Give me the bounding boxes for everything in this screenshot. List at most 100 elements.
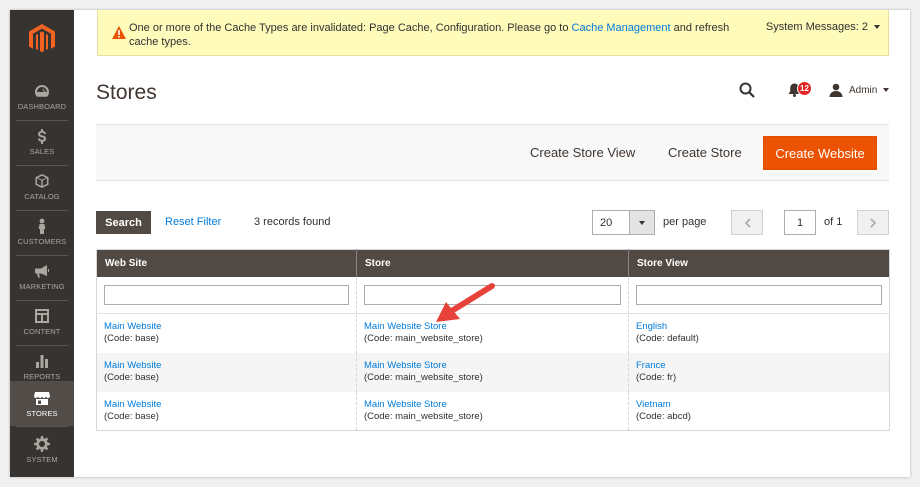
grid-header-row: Web Site Store Store View (96, 249, 890, 277)
sidebar-item-marketing[interactable]: Marketing (10, 254, 74, 299)
sidebar-item-label: Content (23, 326, 61, 336)
sidebar-item-label: Sales (29, 146, 55, 156)
website-code: (Code: base) (104, 333, 159, 345)
sidebar-item-stores[interactable]: Stores (10, 381, 74, 426)
admin-username: Admin (849, 84, 878, 96)
website-link[interactable]: Main Website (104, 399, 349, 411)
column-header-store-view[interactable]: Store View (628, 249, 890, 277)
store-view-cell: Vietnam (Code: abcd) (629, 392, 890, 431)
create-website-button[interactable]: Create Website (763, 136, 877, 170)
sidebar-item-label: Stores (26, 408, 58, 418)
sidebar-item-label: Marketing (19, 281, 65, 291)
store-view-link[interactable]: France (636, 360, 882, 372)
main-content: One or more of the Cache Types are inval… (74, 10, 910, 477)
app-frame: Dashboard Sales Catalog Customers Market… (10, 10, 910, 477)
next-page-button[interactable] (857, 210, 889, 235)
dollar-icon (38, 128, 46, 144)
create-store-button[interactable]: Create Store (668, 145, 742, 160)
stores-grid: Web Site Store Store View Main Website (C… (96, 249, 890, 431)
records-count: 3 records found (254, 216, 331, 228)
store-view-filter-input[interactable] (636, 284, 882, 305)
sidebar-item-label: Customers (17, 236, 67, 246)
page-actions-bar: Create Store View Create Store Create We… (96, 124, 889, 181)
layout-icon (35, 308, 49, 323)
per-page-label: per page (663, 216, 707, 228)
table-row: Main Website (Code: base) Main Website St… (96, 352, 890, 392)
megaphone-icon (35, 264, 49, 277)
per-page-select[interactable]: 20 (592, 210, 655, 235)
banner-message: One or more of the Cache Types are inval… (129, 21, 759, 49)
admin-user-menu[interactable]: Admin (829, 83, 890, 97)
website-cell: Main Website (Code: base) (96, 391, 357, 431)
sidebar-item-label: Dashboard (17, 101, 67, 111)
filter-cell (96, 276, 357, 314)
column-header-website[interactable]: Web Site (96, 249, 357, 277)
magento-logo[interactable] (10, 10, 74, 68)
chevron-down-icon (874, 25, 880, 30)
page-number-input[interactable]: 1 (784, 210, 816, 235)
person-icon (38, 218, 46, 234)
store-code: (Code: main_website_store) (364, 372, 483, 383)
table-row: Main Website (Code: base) Main Website St… (96, 391, 890, 431)
website-link[interactable]: Main Website (104, 321, 349, 333)
sidebar-item-label: System (26, 454, 58, 464)
page-title: Stores (96, 81, 157, 104)
chevron-left-icon (744, 217, 751, 228)
sidebar-item-dashboard[interactable]: Dashboard (10, 74, 74, 119)
filter-cell (628, 276, 890, 314)
magento-logo-icon (29, 24, 55, 53)
previous-page-button[interactable] (731, 210, 763, 235)
search-icon[interactable] (739, 82, 755, 98)
store-icon (34, 391, 50, 405)
store-view-cell: English (Code: default) (629, 314, 890, 353)
store-view-cell: France (Code: fr) (628, 352, 890, 392)
warning-icon (112, 26, 126, 39)
sidebar-item-customers[interactable]: Customers (10, 209, 74, 254)
create-store-view-button[interactable]: Create Store View (530, 145, 635, 160)
sidebar-item-content[interactable]: Content (10, 299, 74, 344)
bar-chart-icon (36, 354, 48, 368)
website-cell: Main Website (Code: base) (96, 313, 357, 353)
store-view-code: (Code: default) (636, 333, 699, 345)
annotation-arrow-icon (436, 283, 495, 322)
sidebar-item-catalog[interactable]: Catalog (10, 164, 74, 209)
sidebar-item-sales[interactable]: Sales (10, 119, 74, 164)
store-link[interactable]: Main Website Store (364, 399, 621, 411)
store-link[interactable]: Main Website Store (364, 360, 621, 372)
sidebar-item-label: Reports (23, 371, 61, 381)
sidebar-item-system[interactable]: System (10, 427, 74, 472)
cube-icon (35, 173, 49, 188)
store-code: (Code: main_website_store) (364, 410, 483, 422)
store-cell: Main Website Store (Code: main_website_st… (356, 391, 629, 431)
system-message-banner: One or more of the Cache Types are inval… (97, 10, 889, 56)
store-cell: Main Website Store (Code: main_website_st… (356, 352, 629, 392)
admin-sidebar: Dashboard Sales Catalog Customers Market… (10, 10, 74, 477)
website-filter-input[interactable] (104, 284, 349, 305)
page-total: of 1 (824, 216, 843, 228)
store-view-code: (Code: abcd) (636, 410, 691, 422)
website-cell: Main Website (Code: base) (96, 352, 357, 392)
website-code: (Code: base) (104, 410, 159, 422)
per-page-value: 20 (600, 217, 613, 229)
gear-icon (34, 435, 50, 452)
website-code: (Code: base) (104, 372, 159, 383)
store-view-link[interactable]: Vietnam (636, 399, 882, 411)
column-header-store[interactable]: Store (356, 249, 629, 277)
sidebar-item-label: Catalog (24, 191, 60, 201)
chevron-down-icon (883, 88, 890, 92)
chevron-down-icon (629, 211, 654, 234)
banner-text: One or more of the Cache Types are inval… (129, 22, 572, 34)
system-messages-toggle[interactable]: System Messages: 2 (766, 21, 880, 33)
store-view-code: (Code: fr) (636, 372, 677, 383)
notification-badge[interactable]: 12 (797, 81, 812, 96)
search-button[interactable]: Search (96, 211, 151, 234)
cache-management-link[interactable]: Cache Management (572, 22, 671, 34)
store-view-link[interactable]: English (636, 321, 882, 333)
store-code: (Code: main_website_store) (364, 333, 483, 345)
grid-controls: Search Reset Filter 3 records found 20 p… (96, 210, 889, 236)
reset-filter-link[interactable]: Reset Filter (165, 216, 221, 228)
website-link[interactable]: Main Website (104, 360, 349, 372)
chevron-right-icon (869, 217, 876, 228)
dashboard-icon (35, 84, 49, 97)
user-icon (829, 83, 843, 97)
